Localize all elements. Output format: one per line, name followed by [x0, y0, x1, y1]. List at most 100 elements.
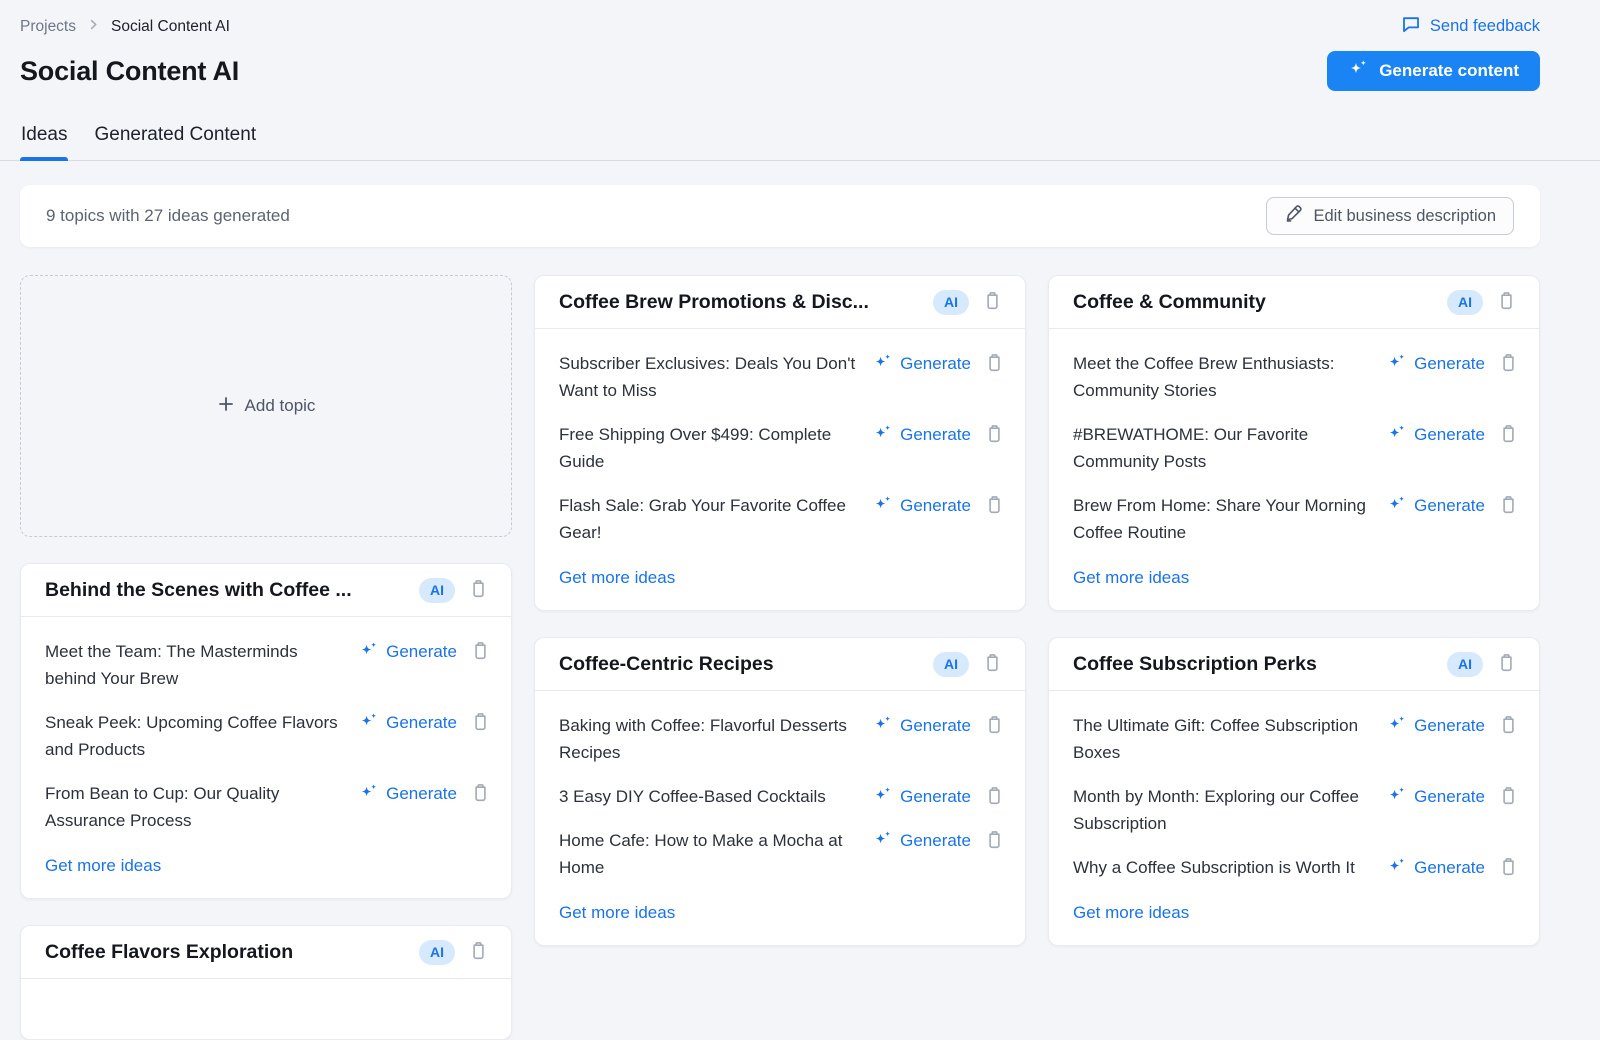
trash-icon — [984, 291, 1001, 313]
generate-idea-link[interactable]: Generate — [1387, 785, 1485, 810]
send-feedback-label: Send feedback — [1430, 17, 1540, 36]
trash-icon — [986, 424, 1003, 446]
idea-text: Home Cafe: How to Make a Mocha at Home — [559, 827, 873, 881]
topic-card-behind-the-scenes: Behind the Scenes with Coffee ... AI Mee… — [20, 563, 512, 899]
topics-column-1: Add topic Behind the Scenes with Coffee … — [20, 275, 512, 1040]
generate-label: Generate — [900, 831, 971, 851]
delete-idea-button[interactable] — [984, 828, 1005, 854]
delete-idea-button[interactable] — [1498, 422, 1519, 448]
delete-idea-button[interactable] — [1498, 713, 1519, 739]
generate-idea-link[interactable]: Generate — [1387, 352, 1485, 377]
idea-row: Why a Coffee Subscription is Worth It Ge… — [1073, 854, 1519, 881]
sparkles-icon — [873, 423, 893, 448]
generate-label: Generate — [900, 496, 971, 516]
sparkles-icon — [873, 494, 893, 519]
delete-idea-button[interactable] — [1498, 493, 1519, 519]
delete-idea-button[interactable] — [984, 493, 1005, 519]
delete-topic-button[interactable] — [468, 939, 489, 965]
delete-topic-button[interactable] — [468, 577, 489, 603]
delete-idea-button[interactable] — [984, 422, 1005, 448]
generate-idea-link[interactable]: Generate — [1387, 714, 1485, 739]
generate-idea-link[interactable]: Generate — [359, 640, 457, 665]
topics-column-2: Coffee Brew Promotions & Disc... AI Subs… — [534, 275, 1026, 946]
edit-business-description-button[interactable]: Edit business description — [1266, 197, 1514, 235]
topic-card-coffee-subscription-perks: Coffee Subscription Perks AI The Ultimat… — [1048, 637, 1540, 946]
idea-row: Sneak Peek: Upcoming Coffee Flavors and … — [45, 709, 491, 763]
delete-idea-button[interactable] — [984, 784, 1005, 810]
delete-idea-button[interactable] — [1498, 351, 1519, 377]
delete-idea-button[interactable] — [984, 713, 1005, 739]
delete-idea-button[interactable] — [1498, 784, 1519, 810]
ai-badge: AI — [419, 578, 455, 603]
generate-label: Generate — [900, 787, 971, 807]
breadcrumb-projects-link[interactable]: Projects — [20, 18, 76, 36]
generate-label: Generate — [386, 713, 457, 733]
generate-content-button[interactable]: Generate content — [1327, 51, 1540, 91]
sparkles-icon — [1387, 352, 1407, 377]
generate-idea-link[interactable]: Generate — [873, 423, 971, 448]
add-topic-button[interactable]: Add topic — [20, 275, 512, 537]
idea-text: Baking with Coffee: Flavorful Desserts R… — [559, 712, 873, 766]
idea-row: Meet the Coffee Brew Enthusiasts: Commun… — [1073, 350, 1519, 404]
sparkles-icon — [1387, 423, 1407, 448]
delete-idea-button[interactable] — [1498, 855, 1519, 881]
summary-text: 9 topics with 27 ideas generated — [46, 206, 290, 226]
generate-label: Generate — [386, 784, 457, 804]
trash-icon — [1500, 495, 1517, 517]
sparkles-icon — [1387, 785, 1407, 810]
idea-text: Why a Coffee Subscription is Worth It — [1073, 854, 1387, 881]
tab-generated-content[interactable]: Generated Content — [93, 124, 257, 160]
trash-icon — [472, 783, 489, 805]
topic-card-coffee-centric-recipes: Coffee-Centric Recipes AI Baking with Co… — [534, 637, 1026, 946]
topic-title: Coffee Brew Promotions & Disc... — [559, 291, 920, 314]
generate-idea-link[interactable]: Generate — [1387, 423, 1485, 448]
ai-badge: AI — [933, 290, 969, 315]
delete-topic-button[interactable] — [1496, 289, 1517, 315]
delete-idea-button[interactable] — [470, 781, 491, 807]
get-more-ideas-link[interactable]: Get more ideas — [1073, 568, 1189, 588]
idea-row: From Bean to Cup: Our Quality Assurance … — [45, 780, 491, 834]
generate-idea-link[interactable]: Generate — [873, 829, 971, 854]
delete-topic-button[interactable] — [982, 289, 1003, 315]
generate-idea-link[interactable]: Generate — [359, 782, 457, 807]
sparkles-icon — [873, 829, 893, 854]
generate-idea-link[interactable]: Generate — [359, 711, 457, 736]
generate-idea-link[interactable]: Generate — [873, 494, 971, 519]
topic-card-coffee-and-community: Coffee & Community AI Meet the Coffee Br… — [1048, 275, 1540, 611]
plus-icon — [217, 395, 235, 418]
delete-idea-button[interactable] — [470, 639, 491, 665]
generate-idea-link[interactable]: Generate — [873, 352, 971, 377]
topic-title: Coffee Subscription Perks — [1073, 653, 1434, 676]
get-more-ideas-link[interactable]: Get more ideas — [1073, 903, 1189, 923]
generate-idea-link[interactable]: Generate — [1387, 856, 1485, 881]
trash-icon — [1500, 857, 1517, 879]
edit-business-description-label: Edit business description — [1313, 207, 1496, 226]
trash-icon — [1500, 715, 1517, 737]
idea-row: Home Cafe: How to Make a Mocha at Home G… — [559, 827, 1005, 881]
send-feedback-link[interactable]: Send feedback — [1401, 14, 1540, 39]
get-more-ideas-link[interactable]: Get more ideas — [559, 903, 675, 923]
trash-icon — [1500, 353, 1517, 375]
topic-title: Coffee Flavors Exploration — [45, 941, 406, 964]
trash-icon — [986, 830, 1003, 852]
delete-idea-button[interactable] — [984, 351, 1005, 377]
generate-idea-link[interactable]: Generate — [873, 785, 971, 810]
get-more-ideas-link[interactable]: Get more ideas — [45, 856, 161, 876]
generate-label: Generate — [1414, 858, 1485, 878]
idea-row: The Ultimate Gift: Coffee Subscription B… — [1073, 712, 1519, 766]
ai-badge: AI — [1447, 290, 1483, 315]
idea-row: #BREWATHOME: Our Favorite Community Post… — [1073, 421, 1519, 475]
delete-topic-button[interactable] — [1496, 651, 1517, 677]
delete-idea-button[interactable] — [470, 710, 491, 736]
content-area: 9 topics with 27 ideas generated Edit bu… — [0, 161, 1600, 1040]
get-more-ideas-link[interactable]: Get more ideas — [559, 568, 675, 588]
idea-row: Meet the Team: The Masterminds behind Yo… — [45, 638, 491, 692]
idea-row: Flash Sale: Grab Your Favorite Coffee Ge… — [559, 492, 1005, 546]
delete-topic-button[interactable] — [982, 651, 1003, 677]
generate-idea-link[interactable]: Generate — [1387, 494, 1485, 519]
idea-text: From Bean to Cup: Our Quality Assurance … — [45, 780, 359, 834]
generate-label: Generate — [900, 354, 971, 374]
page-title: Social Content AI — [20, 56, 239, 87]
tab-ideas[interactable]: Ideas — [20, 124, 68, 160]
generate-idea-link[interactable]: Generate — [873, 714, 971, 739]
